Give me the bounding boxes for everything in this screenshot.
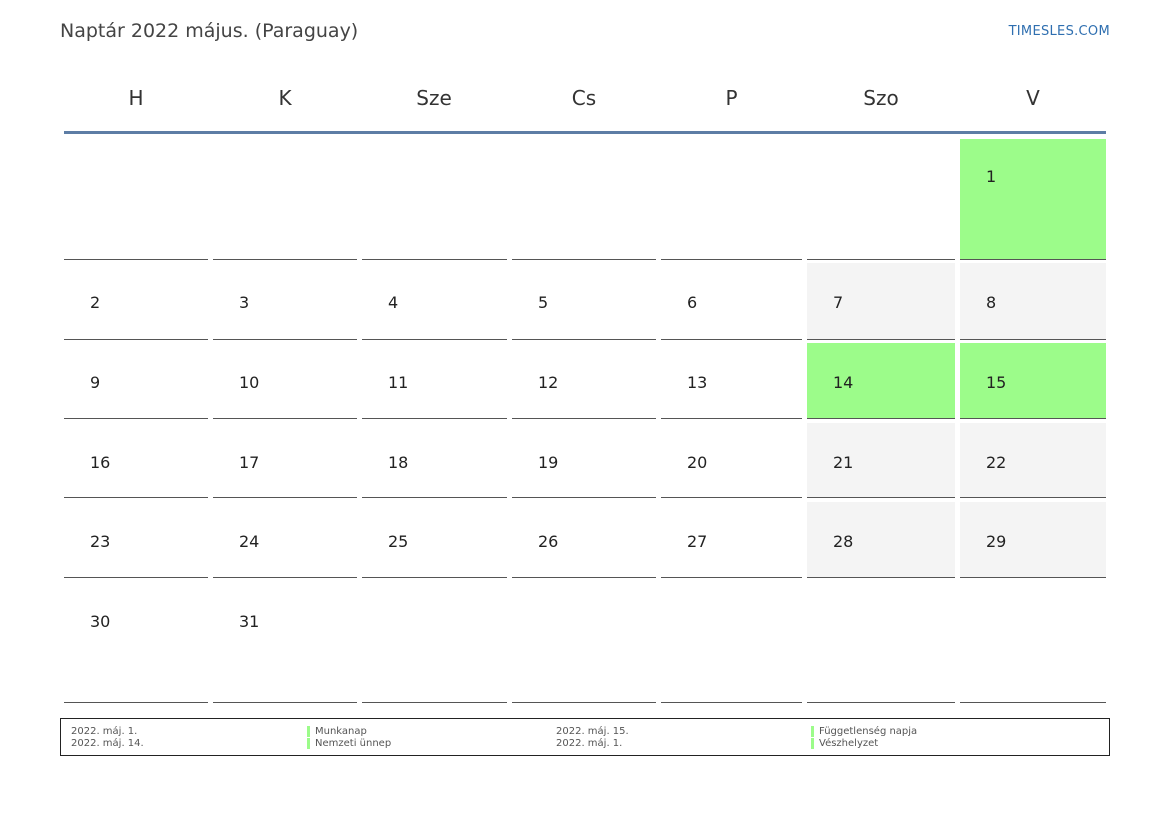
weekday-saturday: Szo [863,86,899,110]
empty-day-cell [362,582,507,703]
day-cell[interactable]: 7 [807,263,955,340]
legend-label: Függetlenség napja [819,726,918,737]
empty-day-cell [661,582,802,703]
day-cell[interactable]: 29 [960,502,1106,578]
empty-day-cell [807,139,955,260]
day-cell[interactable]: 8 [960,263,1106,340]
day-cell[interactable]: 27 [661,502,802,578]
empty-day-cell [512,582,656,703]
legend-color-swatch [811,726,814,737]
day-cell[interactable]: 21 [807,423,955,498]
legend: 2022. máj. 1. 2022. máj. 14. Munkanap Ne… [60,718,1110,756]
day-cell[interactable]: 23 [64,502,208,578]
day-number: 2 [90,293,101,312]
day-number: 14 [833,373,854,392]
legend-date: 2022. máj. 1. [71,726,138,737]
empty-day-cell [807,582,955,703]
day-number: 24 [239,532,260,551]
day-cell[interactable]: 25 [362,502,507,578]
day-cell[interactable]: 20 [661,423,802,498]
day-cell[interactable]: 26 [512,502,656,578]
day-cell[interactable]: 1 [960,139,1106,260]
day-number: 5 [538,293,549,312]
day-cell[interactable]: 13 [661,343,802,419]
empty-day-cell [512,139,656,260]
day-cell[interactable]: 18 [362,423,507,498]
day-number: 26 [538,532,559,551]
day-number: 27 [687,532,708,551]
weekday-sunday: V [1026,86,1040,110]
day-cell[interactable]: 15 [960,343,1106,419]
day-number: 1 [986,167,997,186]
day-number: 4 [388,293,399,312]
weekday-monday: H [128,86,144,110]
legend-color-swatch [811,738,814,749]
calendar-grid: 1 2 3 4 5 6 7 8 9 10 11 12 13 14 15 16 17 18 19 20 21 22 23 24 2… [0,0,1169,827]
day-number: 6 [687,293,698,312]
day-number: 19 [538,453,559,472]
day-number: 16 [90,453,111,472]
day-cell[interactable]: 3 [213,263,357,340]
page-title: Naptár 2022 május. (Paraguay) [60,20,359,42]
day-cell[interactable]: 22 [960,423,1106,498]
weekday-thursday: Cs [571,86,597,110]
weekday-wednesday: Sze [416,86,452,110]
day-number: 30 [90,612,111,631]
day-number: 8 [986,293,997,312]
day-number: 3 [239,293,250,312]
empty-day-cell [661,139,802,260]
brand-link[interactable]: TIMESLES.COM [1009,24,1110,39]
day-number: 10 [239,373,260,392]
empty-day-cell [960,582,1106,703]
empty-day-cell [64,139,208,260]
day-cell[interactable]: 10 [213,343,357,419]
legend-color-swatch [307,738,310,749]
day-cell[interactable]: 24 [213,502,357,578]
day-number: 18 [388,453,409,472]
day-cell[interactable]: 9 [64,343,208,419]
day-number: 17 [239,453,260,472]
day-cell[interactable]: 31 [213,582,357,703]
day-cell[interactable]: 12 [512,343,656,419]
day-cell[interactable]: 28 [807,502,955,578]
legend-label: Vészhelyzet [819,738,879,749]
day-cell[interactable]: 4 [362,263,507,340]
day-number: 23 [90,532,111,551]
legend-label: Munkanap [315,726,367,737]
day-number: 12 [538,373,559,392]
weekday-tuesday: K [278,86,292,110]
day-number: 21 [833,453,854,472]
header-divider [64,131,1106,134]
day-number: 11 [388,373,409,392]
day-number: 15 [986,373,1007,392]
day-number: 9 [90,373,101,392]
day-number: 29 [986,532,1007,551]
day-number: 22 [986,453,1007,472]
day-number: 31 [239,612,260,631]
day-cell[interactable]: 19 [512,423,656,498]
day-cell[interactable]: 5 [512,263,656,340]
day-cell[interactable]: 11 [362,343,507,419]
weekday-header: H K Sze Cs P Szo V [64,80,1106,116]
day-cell[interactable]: 30 [64,582,208,703]
empty-day-cell [213,139,357,260]
legend-color-swatch [307,726,310,737]
legend-date: 2022. máj. 14. [71,738,144,749]
day-number: 7 [833,293,844,312]
weekday-friday: P [725,86,738,110]
legend-label: Nemzeti ünnep [315,738,392,749]
day-number: 13 [687,373,708,392]
day-number: 20 [687,453,708,472]
legend-date: 2022. máj. 15. [556,726,629,737]
legend-date: 2022. máj. 1. [556,738,623,749]
day-cell[interactable]: 6 [661,263,802,340]
day-number: 25 [388,532,409,551]
day-cell[interactable]: 14 [807,343,955,419]
day-cell[interactable]: 2 [64,263,208,340]
empty-day-cell [362,139,507,260]
day-cell[interactable]: 16 [64,423,208,498]
day-cell[interactable]: 17 [213,423,357,498]
day-number: 28 [833,532,854,551]
